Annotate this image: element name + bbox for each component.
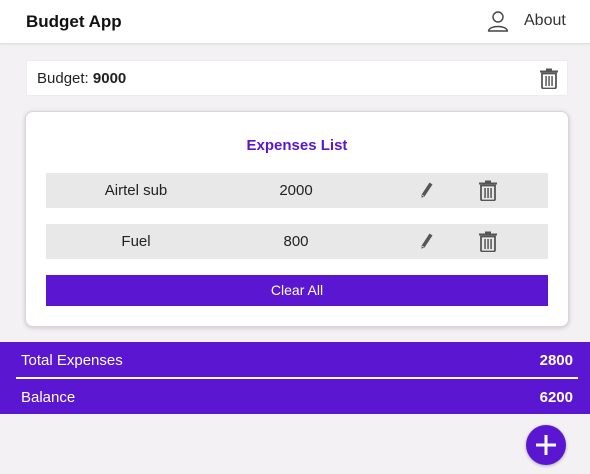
expense-amount: 800 [283,233,309,250]
plus-icon [536,435,556,455]
pencil-icon[interactable] [419,232,435,250]
trash-icon[interactable] [539,68,559,89]
about-link[interactable]: About [524,12,566,30]
expenses-card: Expenses List Airtel sub 2000 Fuel 800 C… [25,111,569,327]
budget-text: Budget: 9000 [37,70,126,87]
summary-divider [16,377,578,379]
trash-icon[interactable] [478,231,498,252]
navbar: Budget App About [0,0,590,44]
expense-name: Airtel sub [104,182,168,199]
clear-all-button[interactable]: Clear All [46,275,548,306]
app-brand[interactable]: Budget App [26,12,122,32]
budget-label: Budget: [37,70,93,87]
expense-row: Fuel 800 [46,224,548,259]
balance-label: Balance [21,389,76,406]
expense-row: Airtel sub 2000 [46,173,548,208]
budget-value: 9000 [92,70,127,87]
expenses-title: Expenses List [246,137,348,154]
balance-value: 6200 [539,389,573,406]
user-icon[interactable] [487,10,509,32]
budget-bar: Budget: 9000 [26,60,568,96]
total-expenses-value: 2800 [539,352,573,369]
pencil-icon[interactable] [419,181,435,199]
trash-icon[interactable] [478,180,498,201]
summary-panel: Total Expenses 2800 Balance 6200 [0,342,590,414]
add-expense-button[interactable] [526,425,566,465]
total-expenses-label: Total Expenses [21,352,123,369]
expense-amount: 2000 [279,182,313,199]
expense-name: Fuel [121,233,151,250]
